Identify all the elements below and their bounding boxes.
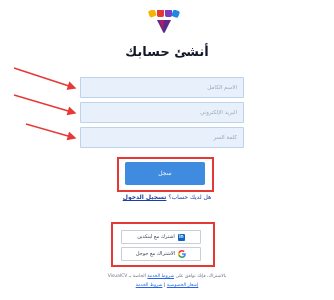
legal-separator: | (162, 283, 166, 288)
logo-icon (148, 10, 180, 33)
signin-prompt: هل لديك حساب؟ تسجيل الدخول (0, 194, 334, 201)
password-input[interactable] (80, 127, 244, 148)
google-label: الاشتراك مع جوجل (135, 251, 176, 257)
terms-prefix: بالاشتراك، فإنك توافق على (175, 274, 227, 279)
page-title: أنشئ حسابك (125, 45, 209, 60)
signup-button[interactable]: سجل (125, 162, 205, 185)
google-signup-button[interactable]: الاشتراك مع جوجل (121, 247, 201, 261)
brand-text: VisualCV (107, 274, 128, 279)
linkedin-signup-button[interactable]: in اشترك مع لينكدين (121, 230, 201, 244)
google-icon (178, 250, 186, 258)
brand-logo (147, 10, 181, 40)
terms-notice: بالاشتراك، فإنك توافق على شروط الخدمة ال… (0, 274, 334, 279)
email-input[interactable] (80, 102, 244, 123)
linkedin-icon: in (177, 233, 185, 241)
privacy-link[interactable]: إشعار الخصوصية (167, 283, 199, 288)
full-name-input[interactable] (80, 77, 244, 98)
legal-links: إشعار الخصوصية | شروط الخدمة (0, 283, 334, 288)
terms-suffix: الخاصة بـ (128, 274, 146, 279)
service-link[interactable]: شروط الخدمة (136, 283, 163, 288)
arrow-password-field (25, 123, 77, 141)
linkedin-label: اشترك مع لينكدين (137, 234, 175, 240)
arrow-email-field (13, 94, 77, 116)
signin-link[interactable]: تسجيل الدخول (123, 194, 167, 201)
signin-prompt-text: هل لديك حساب؟ (168, 194, 212, 201)
arrow-name-field (13, 67, 77, 90)
terms-link[interactable]: شروط الخدمة (147, 274, 174, 279)
